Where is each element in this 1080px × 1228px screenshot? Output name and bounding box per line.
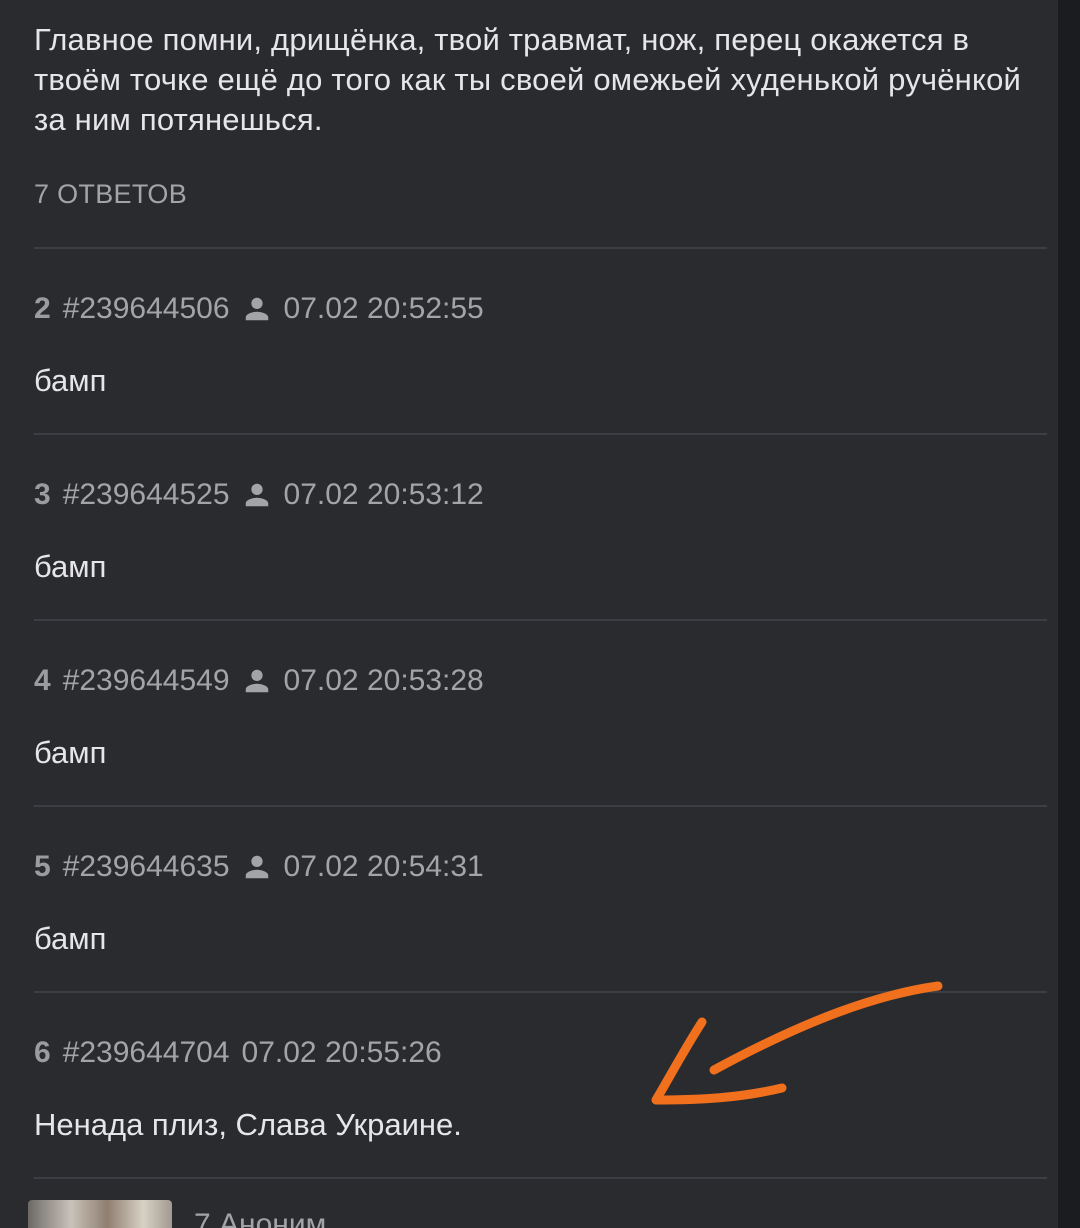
post-number[interactable]: 3 [34, 478, 51, 512]
user-icon [245, 483, 268, 507]
post-body: бамп [34, 735, 107, 770]
post-id[interactable]: #239644635 [63, 850, 230, 884]
thread-page: Главное помни, дрищёнка, твой травмат, н… [0, 0, 1080, 1228]
post-time: 07.02 20:53:12 [283, 478, 484, 511]
post-thumbnail-image[interactable] [28, 1200, 172, 1228]
post-time: 07.02 20:55:26 [241, 1036, 442, 1069]
post-id[interactable]: #239644525 [63, 478, 230, 512]
post-body: бамп [34, 921, 107, 956]
post-time: 07.02 20:52:55 [283, 292, 484, 325]
post-body: Ненада плиз, Слава Украине. [34, 1107, 462, 1142]
post-time: 07.02 20:54:31 [283, 850, 484, 883]
post-body: бамп [34, 363, 107, 398]
post-item: 2 #239644506 07.02 20:52:55 бамп [34, 249, 1047, 433]
post-id[interactable]: #239644549 [63, 664, 230, 698]
post-time: 07.02 20:53:28 [283, 664, 484, 697]
user-icon [245, 297, 268, 321]
next-post-header: 7 Аноним [194, 1208, 327, 1228]
post-header: 5 #239644635 07.02 20:54:31 [34, 847, 484, 887]
post-id[interactable]: #239644704 [63, 1036, 230, 1070]
post-header: 3 #239644525 07.02 20:53:12 [34, 475, 484, 515]
post-header: 6 #239644704 07.02 20:55:26 [34, 1033, 442, 1073]
post-item: 4 #239644549 07.02 20:53:28 бамп [34, 621, 1047, 805]
post-number[interactable]: 5 [34, 850, 51, 884]
post-number[interactable]: 2 [34, 292, 51, 326]
orange-arrow-annotation [651, 981, 943, 1105]
post-item: 5 #239644635 07.02 20:54:31 бамп [34, 807, 1047, 991]
post-header: 2 #239644506 07.02 20:52:55 [34, 289, 484, 329]
divider [34, 1177, 1047, 1179]
post-header: 4 #239644549 07.02 20:53:28 [34, 661, 484, 701]
post-number[interactable]: 6 [34, 1036, 51, 1070]
post-id[interactable]: #239644506 [63, 292, 230, 326]
post-item: 3 #239644525 07.02 20:53:12 бамп [34, 435, 1047, 619]
post-body: бамп [34, 549, 107, 584]
op-post-text: Главное помни, дрищёнка, твой травмат, н… [34, 22, 1022, 137]
scrollbar-track[interactable] [1058, 0, 1080, 1228]
replies-link[interactable]: 7 ОТВЕТОВ [34, 174, 1047, 214]
user-icon [245, 669, 268, 693]
user-icon [245, 855, 268, 879]
post-number[interactable]: 4 [34, 664, 51, 698]
